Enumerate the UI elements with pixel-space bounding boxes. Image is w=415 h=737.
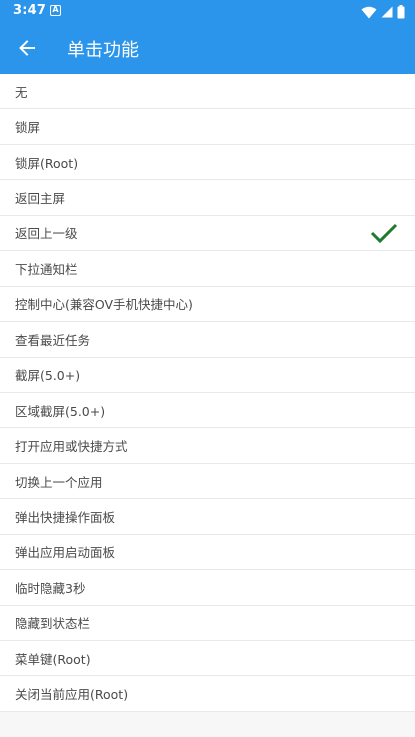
list-item-label: 弹出应用启动面板 xyxy=(15,545,116,561)
list-item-label: 菜单键(Root) xyxy=(15,651,91,667)
list-item[interactable]: 控制中心(兼容OV手机快捷中心) xyxy=(0,286,415,323)
option-list: 无 锁屏 锁屏(Root) 返回主屏 返回上一级 下拉通知栏 控制中心(兼容OV… xyxy=(0,74,415,712)
list-item[interactable]: 截屏(5.0+) xyxy=(0,357,415,393)
list-item-label: 弹出快捷操作面板 xyxy=(15,509,116,525)
list-item-label: 返回主屏 xyxy=(15,191,66,207)
app-bar: 单击功能 xyxy=(0,24,415,74)
list-item-label: 下拉通知栏 xyxy=(15,261,78,277)
list-item[interactable]: 区域截屏(5.0+) xyxy=(0,392,415,429)
list-item[interactable]: 打开应用或快捷方式 xyxy=(0,428,415,464)
list-item-label: 临时隐藏3秒 xyxy=(15,580,86,596)
list-item[interactable]: 菜单键(Root) xyxy=(0,641,415,677)
list-item[interactable]: 临时隐藏3秒 xyxy=(0,570,415,606)
list-item-selected[interactable]: 返回上一级 xyxy=(0,215,415,252)
list-item[interactable]: 下拉通知栏 xyxy=(0,251,415,287)
list-item[interactable]: 无 xyxy=(0,74,415,110)
list-item-label: 返回上一级 xyxy=(15,226,78,242)
list-item-label: 切换上一个应用 xyxy=(15,474,103,490)
list-item[interactable]: 查看最近任务 xyxy=(0,322,415,358)
status-icons xyxy=(361,4,405,20)
list-item-label: 截屏(5.0+) xyxy=(15,368,81,384)
back-button[interactable] xyxy=(12,33,42,63)
list-item-label: 关闭当前应用(Root) xyxy=(15,687,129,703)
list-item-label: 隐藏到状态栏 xyxy=(15,616,91,632)
list-item-label: 无 xyxy=(15,84,28,100)
list-item-label: 控制中心(兼容OV手机快捷中心) xyxy=(15,297,193,313)
list-item[interactable]: 切换上一个应用 xyxy=(0,463,415,500)
list-item[interactable]: 锁屏(Root) xyxy=(0,144,415,181)
list-item[interactable]: 隐藏到状态栏 xyxy=(0,605,415,641)
list-item[interactable]: 锁屏 xyxy=(0,109,415,145)
arrow-left-icon xyxy=(19,40,35,56)
notification-a-icon: A xyxy=(50,5,61,16)
list-item[interactable]: 弹出应用启动面板 xyxy=(0,534,415,571)
battery-icon xyxy=(397,5,405,19)
list-item-label: 锁屏 xyxy=(15,120,41,136)
checkmark-icon xyxy=(370,223,398,243)
status-bar: 3:47 A xyxy=(0,0,415,24)
list-item-label: 打开应用或快捷方式 xyxy=(15,439,128,455)
list-item[interactable]: 关闭当前应用(Root) xyxy=(0,676,415,712)
cellular-signal-icon xyxy=(381,6,393,18)
status-time: 3:47 xyxy=(13,3,47,18)
wifi-icon xyxy=(361,6,377,18)
list-item-label: 区域截屏(5.0+) xyxy=(15,403,106,419)
top-bar: 3:47 A 单击功能 xyxy=(0,0,415,74)
app-screen: 3:47 A 单击功能 无 锁屏 锁屏(Root) 返回主屏 返回上一级 下拉通… xyxy=(0,0,415,737)
page-title: 单击功能 xyxy=(67,40,139,61)
list-item-label: 锁屏(Root) xyxy=(15,155,79,171)
list-item-label: 查看最近任务 xyxy=(15,332,91,348)
list-item[interactable]: 弹出快捷操作面板 xyxy=(0,499,415,535)
list-item[interactable]: 返回主屏 xyxy=(0,180,415,216)
